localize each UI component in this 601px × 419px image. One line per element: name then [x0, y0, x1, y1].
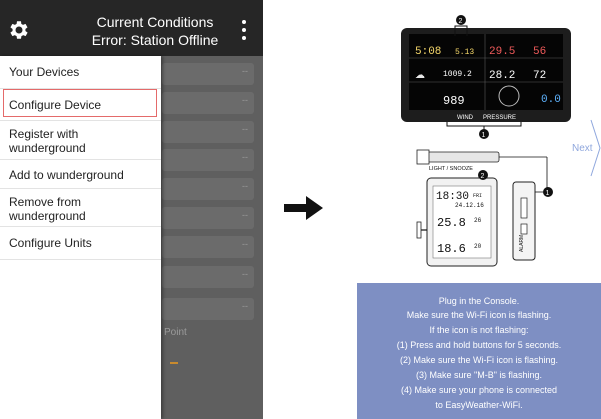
gear-icon[interactable] — [7, 18, 31, 42]
console-wind-label: WIND — [457, 115, 474, 121]
bg-data-row: -- — [162, 149, 254, 171]
bg-row-value: -- — [242, 152, 248, 162]
bg-data-row: -- — [162, 298, 254, 320]
sensor-temp2: 18.6 — [437, 242, 466, 256]
next-label[interactable]: Next — [572, 143, 593, 154]
marker-number: 2 — [459, 18, 463, 25]
console-pressure-label: PRESSURE — [483, 115, 516, 121]
bg-data-row: -- — [162, 207, 254, 229]
instruction-line: (3) Make sure "M-B" is flashing. — [416, 370, 542, 380]
console-temp-in: 28.2 — [489, 70, 515, 82]
bg-row-value: -- — [242, 124, 248, 134]
instruction-line: Plug in the Console. — [438, 296, 520, 306]
bg-data-row: -- — [162, 92, 254, 114]
console-hum-in: 72 — [533, 70, 546, 82]
bg-point-label: Point — [164, 327, 187, 338]
bg-row-value: -- — [242, 269, 248, 279]
bg-data-row: -- — [162, 63, 254, 85]
sensor-date: 24.12.16 — [455, 202, 484, 209]
menu-item-add-wunderground[interactable]: Add to wunderground — [0, 161, 161, 189]
bg-data-row: -- — [162, 121, 254, 143]
bg-accent-mark — [170, 362, 178, 364]
alarm-side-label: ALARM — [519, 235, 525, 252]
instruction-line: (4) Make sure your phone is connected — [400, 385, 558, 395]
bg-row-value: -- — [242, 181, 248, 191]
bg-row-value: -- — [242, 239, 248, 249]
menu-item-label: Configure Units — [9, 236, 92, 250]
sensor-top-button — [426, 151, 500, 163]
menu-item-configure-device[interactable]: Configure Device — [0, 90, 161, 121]
app-header: Current Conditions Error: Station Offlin… — [0, 0, 263, 56]
more-vert-icon[interactable] — [240, 20, 248, 42]
console-wind: 0.0 — [541, 94, 561, 106]
station-status: Error: Station Offline — [91, 32, 219, 48]
console-pressure: 1009.2 — [443, 70, 472, 79]
bg-data-row: -- — [162, 178, 254, 200]
console-temp-out: 29.5 — [489, 46, 515, 58]
sensor-temp1: 25.8 — [437, 216, 466, 230]
marker-number: 1 — [546, 190, 550, 197]
device-diagram: 5:08 5.13 29.5 56 ☁ 1009.2 28.2 72 989 0… — [401, 15, 601, 267]
bg-data-row: -- — [162, 266, 254, 288]
navigation-drawer: Your Devices Configure Device Register w… — [0, 56, 161, 419]
console-rain: 989 — [443, 94, 465, 108]
instruction-panel: Plug in the Console. Make sure the Wi-Fi… — [357, 283, 601, 419]
console-date: 5.13 — [455, 48, 474, 57]
cloud-icon: ☁ — [415, 70, 425, 81]
screen-title: Current Conditions — [96, 14, 214, 30]
instruction-line: If the icon is not flashing: — [429, 325, 529, 335]
bg-row-value: -- — [242, 301, 248, 311]
menu-item-remove-wunderground[interactable]: Remove from wunderground — [0, 190, 161, 227]
instruction-line: to EasyWeather-WiFi. — [435, 400, 523, 410]
instruction-line: Make sure the Wi-Fi icon is flashing. — [406, 310, 552, 320]
menu-item-label: Add to wunderground — [9, 168, 124, 182]
menu-item-label: Remove from wunderground — [9, 195, 86, 223]
console-hum-out: 56 — [533, 46, 546, 58]
marker-number: 2 — [481, 173, 485, 180]
bg-row-value: -- — [242, 210, 248, 220]
instruction-line: (2) Make sure the Wi-Fi icon is flashing… — [399, 355, 559, 365]
right-arrow-icon — [284, 196, 323, 220]
bg-row-value: -- — [242, 95, 248, 105]
sensor-hum2: 20 — [474, 243, 482, 250]
menu-item-register-wunderground[interactable]: Register with wunderground — [0, 122, 161, 160]
menu-item-configure-units[interactable]: Configure Units — [0, 228, 161, 260]
bg-row-value: -- — [242, 66, 248, 76]
bg-data-row: -- — [162, 236, 254, 258]
instruction-line: (1) Press and hold buttons for 5 seconds… — [396, 340, 562, 350]
sensor-hum1: 26 — [474, 217, 482, 224]
console-time: 5:08 — [415, 46, 441, 58]
snooze-button-label: LIGHT / SNOOZE — [429, 166, 473, 172]
menu-item-label: Configure Device — [9, 98, 102, 112]
phone-screen: -- -- -- -- -- -- -- -- -- Point Current… — [0, 0, 263, 419]
marker-number: 1 — [482, 132, 486, 139]
menu-item-label: Your Devices — [9, 65, 80, 79]
menu-item-your-devices[interactable]: Your Devices — [0, 56, 161, 89]
sensor-day: FRI — [473, 193, 482, 199]
menu-item-label: Register with wunderground — [9, 127, 86, 155]
